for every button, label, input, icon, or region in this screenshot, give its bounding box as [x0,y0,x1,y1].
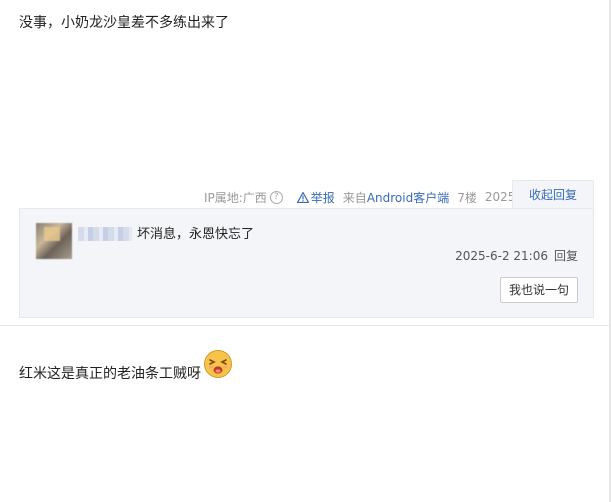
reply-panel: 坏消息，永恩快忘了 2025-6-2 21:06 回复 我也说一句 [19,208,594,318]
username-blurred[interactable] [78,227,132,241]
post-content: 没事，小奶龙沙皇差不多练出来了 [19,15,229,31]
reply-content: 坏消息，永恩快忘了 [137,227,255,242]
post-divider [0,325,609,326]
say-something-button[interactable]: 我也说一句 [500,277,578,303]
post-content-2: 红米这是真正的老油条工贼呀 [19,350,233,383]
ip-location: IP属地:广西 [203,190,267,205]
report-link[interactable]: 举报 [296,189,335,206]
source-client-link[interactable]: Android客户端 [367,191,449,205]
post-text: 红米这是真正的老油条工贼呀 [19,366,201,382]
avatar[interactable] [36,223,72,259]
post-source: 来自Android客户端 [343,189,449,206]
reply-time: 2025-6-2 21:06 [455,249,548,263]
reply-link[interactable]: 回复 [554,249,578,263]
warning-icon [296,191,309,203]
report-label: 举报 [310,190,335,205]
reply-meta: 2025-6-2 21:06 回复 [455,247,578,264]
help-icon[interactable]: ? [269,190,283,204]
laughing-emoji-icon [203,349,233,383]
source-prefix: 来自 [342,190,367,205]
collapse-replies-button[interactable]: 收起回复 [512,180,594,208]
floor-number: 7楼 [457,190,477,205]
